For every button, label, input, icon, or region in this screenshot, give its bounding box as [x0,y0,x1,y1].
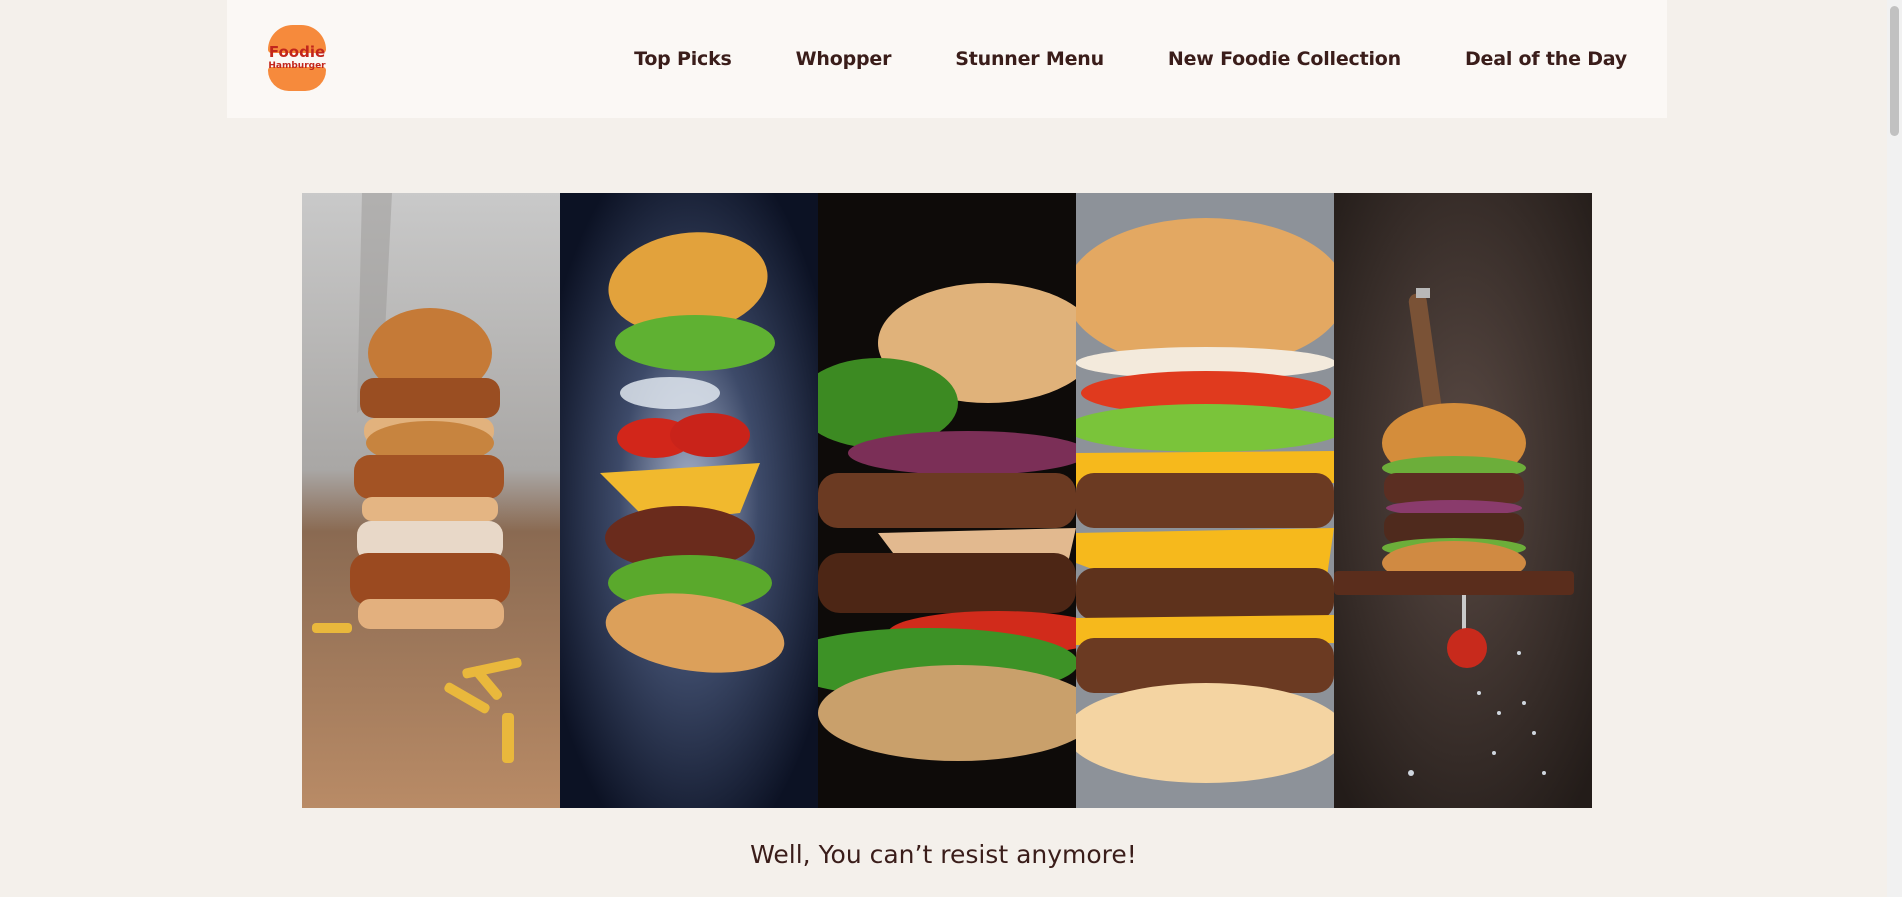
page-scrollbar[interactable] [1887,0,1902,897]
logo-line1: Foodie [268,42,326,61]
page: Foodie Hamburger Top Picks Whopper Stunn… [0,0,1887,897]
burger-gallery [302,193,1592,808]
burger-image-triple-cheese [1076,193,1334,808]
nav-new-foodie-collection[interactable]: New Foodie Collection [1168,48,1401,70]
nav-top-picks[interactable]: Top Picks [634,48,732,70]
burger-image-closeup-double [818,193,1076,808]
main-nav: Top Picks Whopper Stunner Menu New Foodi… [634,0,1627,118]
burger-image-knife-skewer [1334,193,1592,808]
logo-line2: Hamburger [268,60,326,71]
tagline: Well, You can’t resist anymore! [750,840,1137,869]
brand-logo[interactable]: Foodie Hamburger [267,22,327,93]
site-header: Foodie Hamburger Top Picks Whopper Stunn… [227,0,1667,118]
burger-image-stacked-chicken [302,193,560,808]
nav-deal-of-the-day[interactable]: Deal of the Day [1465,48,1627,70]
nav-stunner-menu[interactable]: Stunner Menu [955,48,1104,70]
nav-whopper[interactable]: Whopper [796,48,892,70]
burger-image-flying-ingredients [560,193,818,808]
scrollbar-thumb[interactable] [1890,6,1899,136]
logo-text: Foodie Hamburger [267,22,327,93]
